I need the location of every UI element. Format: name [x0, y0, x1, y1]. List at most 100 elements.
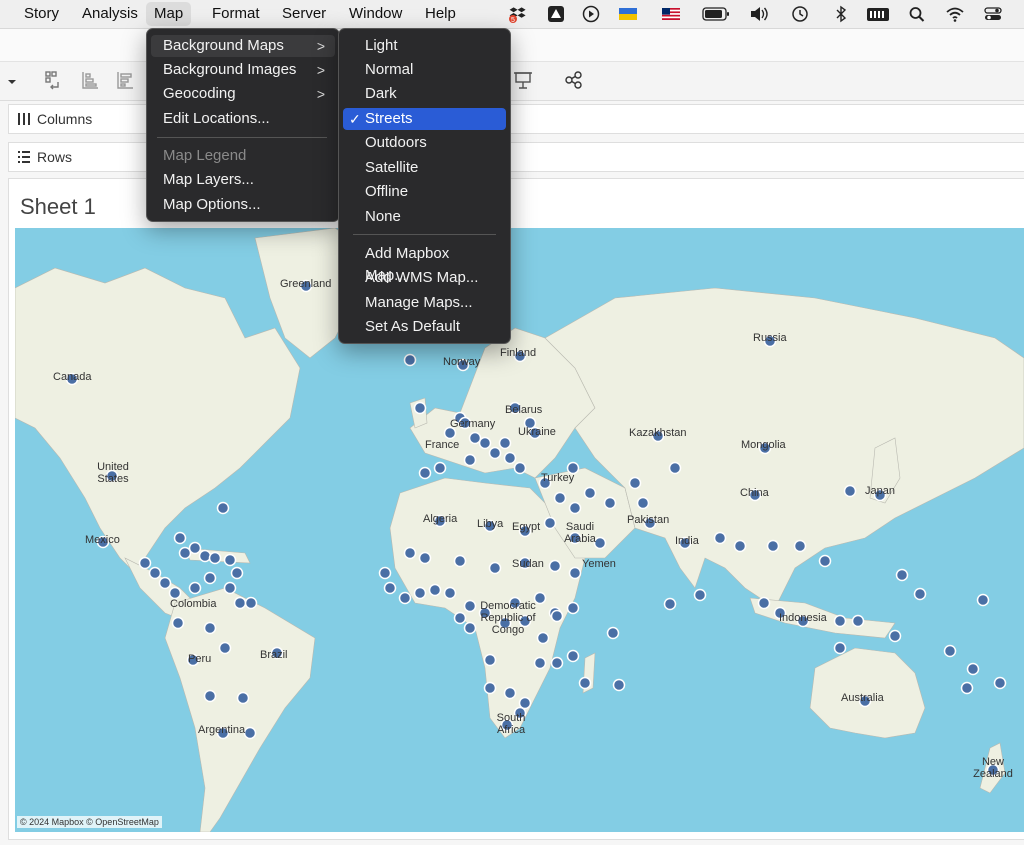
data-point[interactable] — [636, 496, 650, 510]
time-machine-icon[interactable] — [790, 5, 810, 23]
data-point[interactable] — [478, 436, 492, 450]
keyboard-icon[interactable] — [866, 5, 890, 23]
data-point[interactable] — [173, 531, 187, 545]
data-point[interactable] — [550, 609, 564, 623]
sort-descending-icon[interactable] — [115, 70, 135, 90]
data-point[interactable] — [568, 566, 582, 580]
data-point[interactable] — [568, 501, 582, 515]
data-point[interactable] — [178, 546, 192, 560]
sort-ascending-icon[interactable] — [80, 70, 100, 90]
menu-story[interactable]: Story — [16, 0, 67, 28]
data-point[interactable] — [453, 554, 467, 568]
data-point[interactable] — [553, 491, 567, 505]
menu-server[interactable]: Server — [274, 0, 334, 28]
submenu-item-none[interactable]: None — [343, 206, 506, 228]
data-point[interactable] — [583, 486, 597, 500]
dropdown-arrow-icon[interactable] — [4, 70, 18, 90]
flag-icon[interactable] — [618, 5, 638, 23]
data-point[interactable] — [843, 484, 857, 498]
play-icon[interactable] — [581, 5, 601, 23]
data-point[interactable] — [138, 556, 152, 570]
menu-item-map-layers[interactable]: Map Layers... — [151, 169, 335, 191]
data-point[interactable] — [833, 614, 847, 628]
data-point[interactable] — [413, 586, 427, 600]
data-point[interactable] — [713, 531, 727, 545]
dropbox-icon[interactable]: 5 — [508, 5, 528, 23]
data-point[interactable] — [203, 571, 217, 585]
google-drive-icon[interactable] — [546, 5, 566, 23]
submenu-item-light[interactable]: Light — [343, 35, 506, 57]
data-point[interactable] — [818, 554, 832, 568]
share-icon[interactable] — [564, 70, 584, 90]
data-point[interactable] — [203, 621, 217, 635]
data-point[interactable] — [463, 621, 477, 635]
map-view[interactable]: Greenland Canada United States Mexico Co… — [15, 228, 1024, 832]
data-point[interactable] — [453, 611, 467, 625]
menu-format[interactable]: Format — [204, 0, 268, 28]
data-point[interactable] — [188, 581, 202, 595]
data-point[interactable] — [418, 466, 432, 480]
data-point[interactable] — [693, 588, 707, 602]
swap-rows-columns-icon[interactable] — [44, 70, 64, 90]
data-point[interactable] — [483, 653, 497, 667]
menu-item-geocoding[interactable]: Geocoding > — [151, 83, 335, 105]
data-point[interactable] — [966, 662, 980, 676]
data-point[interactable] — [488, 446, 502, 460]
submenu-item-dark[interactable]: Dark — [343, 83, 506, 105]
data-point[interactable] — [188, 541, 202, 555]
data-point[interactable] — [483, 681, 497, 695]
menu-help[interactable]: Help — [417, 0, 464, 28]
sheet-title[interactable]: Sheet 1 — [20, 194, 96, 220]
data-point[interactable] — [793, 539, 807, 553]
data-point[interactable] — [668, 461, 682, 475]
data-point[interactable] — [503, 686, 517, 700]
submenu-item-outdoors[interactable]: Outdoors — [343, 132, 506, 154]
data-point[interactable] — [757, 596, 771, 610]
data-point[interactable] — [833, 641, 847, 655]
submenu-item-streets[interactable]: ✓ Streets — [343, 108, 506, 130]
menu-item-map-options[interactable]: Map Options... — [151, 194, 335, 216]
data-point[interactable] — [198, 549, 212, 563]
submenu-item-satellite[interactable]: Satellite — [343, 157, 506, 179]
menu-window[interactable]: Window — [341, 0, 410, 28]
data-point[interactable] — [403, 353, 417, 367]
data-point[interactable] — [548, 559, 562, 573]
data-point[interactable] — [550, 656, 564, 670]
submenu-item-normal[interactable]: Normal — [343, 59, 506, 81]
data-point[interactable] — [468, 431, 482, 445]
data-point[interactable] — [536, 631, 550, 645]
wifi-icon[interactable] — [945, 5, 965, 23]
data-point[interactable] — [895, 568, 909, 582]
data-point[interactable] — [233, 596, 247, 610]
data-point[interactable] — [148, 566, 162, 580]
data-point[interactable] — [498, 436, 512, 450]
data-point[interactable] — [218, 641, 232, 655]
data-point[interactable] — [383, 581, 397, 595]
data-point[interactable] — [418, 551, 432, 565]
menu-item-background-images[interactable]: Background Images > — [151, 59, 335, 81]
data-point[interactable] — [663, 597, 677, 611]
data-point[interactable] — [433, 461, 447, 475]
menu-analysis[interactable]: Analysis — [74, 0, 146, 28]
data-point[interactable] — [766, 539, 780, 553]
data-point[interactable] — [913, 587, 927, 601]
data-point[interactable] — [223, 553, 237, 567]
data-point[interactable] — [543, 516, 557, 530]
data-point[interactable] — [244, 596, 258, 610]
data-point[interactable] — [208, 551, 222, 565]
data-point[interactable] — [960, 681, 974, 695]
data-point[interactable] — [488, 561, 502, 575]
menu-item-edit-locations[interactable]: Edit Locations... — [151, 108, 335, 130]
data-point[interactable] — [230, 566, 244, 580]
data-point[interactable] — [513, 461, 527, 475]
data-point[interactable] — [398, 591, 412, 605]
data-point[interactable] — [578, 676, 592, 690]
data-point[interactable] — [463, 599, 477, 613]
data-point[interactable] — [443, 586, 457, 600]
map-attribution[interactable]: © 2024 Mapbox © OpenStreetMap — [17, 816, 162, 828]
data-point[interactable] — [168, 586, 182, 600]
us-flag-icon[interactable] — [661, 5, 681, 23]
data-point[interactable] — [428, 583, 442, 597]
submenu-item-manage-maps[interactable]: Manage Maps... — [343, 292, 506, 314]
data-point[interactable] — [603, 496, 617, 510]
